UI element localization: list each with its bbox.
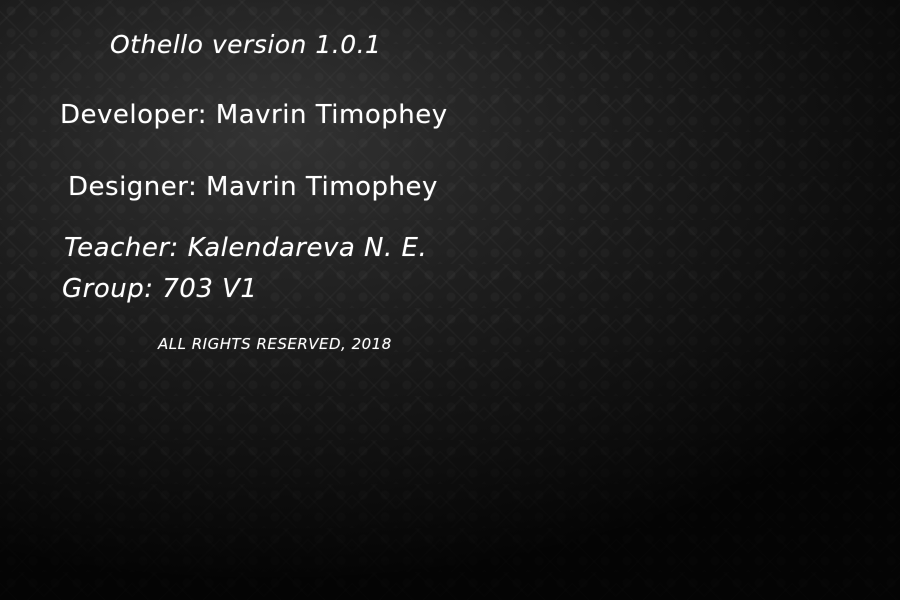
- developer-credit: Developer: Mavrin Timophey: [60, 100, 448, 130]
- about-screen: Othello version 1.0.1 Developer: Mavrin …: [0, 0, 900, 600]
- designer-credit: Designer: Mavrin Timophey: [68, 172, 438, 202]
- rights-notice: ALL RIGHTS RESERVED, 2018: [158, 335, 392, 353]
- app-version-title: Othello version 1.0.1: [110, 30, 382, 59]
- teacher-credit: Teacher: Kalendareva N. E.: [64, 233, 428, 263]
- group-credit: Group: 703 V1: [62, 274, 258, 304]
